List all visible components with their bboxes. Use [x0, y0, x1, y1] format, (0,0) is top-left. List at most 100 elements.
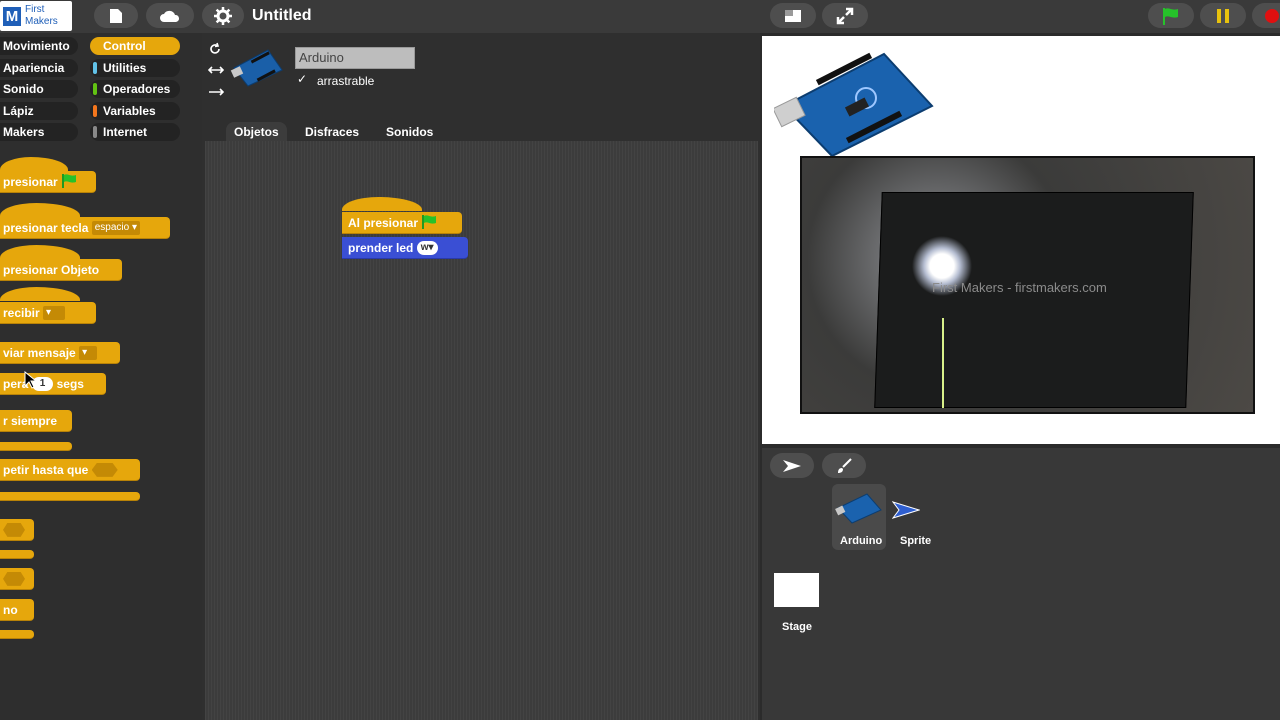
green-flag-icon: [422, 215, 437, 230]
category-label: Apariencia: [3, 61, 65, 75]
wait-block[interactable]: pera 1 segs: [0, 373, 106, 395]
category-label: Control: [103, 39, 146, 53]
key-value: espacio: [94, 221, 130, 233]
mouse-cursor-icon: [24, 371, 36, 389]
category-internet[interactable]: Internet: [90, 123, 180, 141]
logo-text: First Makers: [25, 4, 58, 27]
left-right-icon[interactable]: [208, 64, 224, 76]
gear-icon: [214, 6, 232, 25]
logo[interactable]: M First Makers: [0, 1, 72, 31]
category-label: Internet: [103, 125, 148, 139]
when-flag-block[interactable]: presionar: [0, 171, 96, 193]
category-lapiz[interactable]: Lápiz: [0, 102, 78, 120]
if-block[interactable]: [0, 519, 34, 541]
category-sonido[interactable]: Sonido: [0, 80, 78, 98]
arduino-sprite[interactable]: [774, 46, 934, 158]
message-dropdown[interactable]: ▾: [79, 345, 98, 360]
turtle-button[interactable]: [770, 453, 814, 478]
wait-seconds-value: 1: [39, 377, 46, 389]
led-value: w: [420, 241, 429, 253]
category-label: Sonido: [3, 82, 44, 96]
condition-slot[interactable]: [91, 462, 118, 477]
stop-icon: [1265, 8, 1279, 23]
stage-label: Stage: [782, 621, 812, 633]
if-else-block[interactable]: [0, 568, 34, 590]
when-key-block[interactable]: presionar tecla espacio ▾: [0, 217, 170, 239]
message-dropdown[interactable]: ▾: [43, 305, 66, 320]
hat-cap: [0, 203, 80, 217]
stage-size-button[interactable]: [770, 3, 816, 28]
file-button[interactable]: [94, 3, 138, 28]
category-label: Lápiz: [3, 104, 34, 118]
settings-button[interactable]: [202, 3, 244, 28]
category-control[interactable]: Control: [90, 37, 180, 55]
block-label: presionar tecla: [3, 221, 89, 235]
category-operadores[interactable]: Operadores: [90, 80, 180, 98]
tab-objetos[interactable]: Objetos: [226, 122, 287, 142]
category-label: Utilities: [103, 61, 147, 75]
draggable-checkbox[interactable]: ✓: [297, 73, 310, 86]
key-dropdown[interactable]: espacio ▾: [91, 220, 140, 235]
pause-button[interactable]: [1200, 3, 1246, 28]
rotate-icon[interactable]: [208, 42, 222, 56]
when-sprite-clicked-block[interactable]: presionar Objeto: [0, 259, 122, 281]
logo-mark: M: [3, 7, 21, 26]
forever-block-end: [0, 442, 72, 451]
block-palette: Movimiento Apariencia Sonido Lápiz Maker…: [0, 33, 202, 720]
fullscreen-icon: [836, 7, 854, 24]
sprite-label-arduino: Arduino: [840, 535, 883, 547]
condition-slot[interactable]: [3, 522, 25, 537]
hat-cap: [0, 287, 80, 301]
paint-button[interactable]: [822, 453, 866, 478]
app-window: M First Makers Untitled Movimiento Apari…: [0, 0, 1280, 720]
if-block-end: [0, 550, 34, 559]
board-text: First Makers - firstmakers.com: [932, 280, 1107, 295]
when-receive-block[interactable]: recibir ▾: [0, 302, 96, 324]
turtle-arrow-icon: [783, 459, 801, 472]
script-when-flag-block[interactable]: Al presionar: [342, 212, 462, 234]
stop-button[interactable]: [1252, 3, 1280, 28]
cloud-button[interactable]: [146, 3, 194, 28]
category-apariencia[interactable]: Apariencia: [0, 59, 78, 77]
category-label: Movimiento: [3, 39, 70, 53]
green-flag-icon: [62, 174, 77, 189]
green-led-line: [942, 318, 944, 408]
green-flag-button[interactable]: [1148, 3, 1194, 28]
paintbrush-icon: [838, 457, 852, 473]
fullscreen-button[interactable]: [822, 3, 868, 28]
tab-disfraces[interactable]: Disfraces: [297, 122, 367, 142]
project-title[interactable]: Untitled: [252, 7, 312, 25]
category-utilities[interactable]: Utilities: [90, 59, 180, 77]
scripts-area[interactable]: [205, 141, 758, 720]
block-label: no: [3, 603, 18, 617]
category-label: Operadores: [103, 82, 171, 96]
else-section: no: [0, 599, 34, 621]
forever-block[interactable]: r siempre: [0, 410, 72, 432]
block-label: recibir: [3, 306, 40, 320]
repeat-until-block-end: [0, 492, 140, 501]
no-rotate-icon[interactable]: [208, 86, 224, 98]
condition-slot[interactable]: [3, 571, 25, 586]
broadcast-block[interactable]: viar mensaje ▾: [0, 342, 120, 364]
led-dropdown[interactable]: w▾: [416, 240, 438, 255]
hat-cap: [0, 157, 68, 171]
category-variables[interactable]: Variables: [90, 102, 180, 120]
pause-icon: [1217, 8, 1229, 23]
script-turn-on-led-block[interactable]: prender led w▾: [342, 237, 468, 259]
category-makers[interactable]: Makers: [0, 123, 78, 141]
sprite-name-field[interactable]: Arduino: [295, 47, 415, 69]
board-photo: First Makers - firstmakers.com: [800, 156, 1255, 414]
block-label: prender led: [348, 241, 414, 255]
sprite-arrow-icon[interactable]: [892, 501, 920, 519]
repeat-until-block[interactable]: petir hasta que: [0, 459, 140, 481]
block-label: presionar Objeto: [3, 263, 100, 277]
block-label: presionar: [3, 175, 58, 189]
stage-size-icon: [785, 9, 801, 22]
arduino-thumb-icon: [835, 493, 882, 524]
category-movimiento[interactable]: Movimiento: [0, 37, 78, 55]
block-label: segs: [56, 377, 84, 391]
tab-sonidos[interactable]: Sonidos: [378, 122, 441, 142]
makers-board-image: [874, 192, 1194, 408]
block-label: viar mensaje: [3, 346, 76, 360]
stage-thumbnail[interactable]: [774, 573, 819, 607]
